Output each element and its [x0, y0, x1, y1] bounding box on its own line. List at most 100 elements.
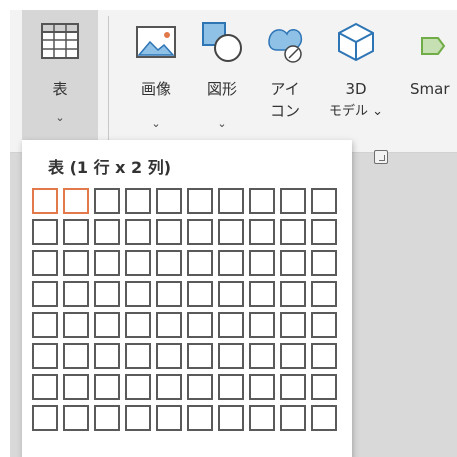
- grid-cell-r8-c6[interactable]: [187, 405, 213, 431]
- grid-cell-r3-c7[interactable]: [218, 250, 244, 276]
- icons-button[interactable]: アイ コン: [260, 10, 310, 152]
- 3d-models-label-2: モデル ⌄: [328, 104, 384, 119]
- grid-cell-r4-c6[interactable]: [187, 281, 213, 307]
- grid-cell-r1-c2[interactable]: [63, 188, 89, 214]
- 3d-models-button[interactable]: 3D モデル ⌄: [320, 10, 392, 152]
- grid-cell-r4-c3[interactable]: [94, 281, 120, 307]
- grid-cell-r6-c6[interactable]: [187, 343, 213, 369]
- shapes-button-label: 図形: [206, 80, 237, 98]
- grid-cell-r5-c5[interactable]: [156, 312, 182, 338]
- ribbon-separator: [108, 16, 109, 144]
- grid-cell-r2-c10[interactable]: [311, 219, 337, 245]
- grid-cell-r6-c7[interactable]: [218, 343, 244, 369]
- grid-cell-r6-c5[interactable]: [156, 343, 182, 369]
- grid-cell-r5-c7[interactable]: [218, 312, 244, 338]
- grid-cell-r8-c4[interactable]: [125, 405, 151, 431]
- ribbon-insert-tab: 表 ⌄ 画像 ⌄ 図形 ⌄ アイ コン 3D モデル ⌄ Smar: [10, 10, 457, 164]
- grid-cell-r3-c2[interactable]: [63, 250, 89, 276]
- grid-cell-r1-c10[interactable]: [311, 188, 337, 214]
- grid-cell-r5-c4[interactable]: [125, 312, 151, 338]
- grid-cell-r1-c4[interactable]: [125, 188, 151, 214]
- grid-cell-r1-c9[interactable]: [280, 188, 306, 214]
- grid-cell-r7-c8[interactable]: [249, 374, 275, 400]
- grid-cell-r5-c3[interactable]: [94, 312, 120, 338]
- smartart-button[interactable]: Smar: [404, 10, 457, 152]
- grid-cell-r1-c3[interactable]: [94, 188, 120, 214]
- smartart-icon: [421, 37, 446, 55]
- grid-cell-r7-c5[interactable]: [156, 374, 182, 400]
- grid-cell-r7-c7[interactable]: [218, 374, 244, 400]
- 3d-models-label-1: 3D: [345, 80, 367, 98]
- grid-cell-r3-c10[interactable]: [311, 250, 337, 276]
- grid-cell-r2-c3[interactable]: [94, 219, 120, 245]
- grid-cell-r2-c5[interactable]: [156, 219, 182, 245]
- grid-cell-r7-c3[interactable]: [94, 374, 120, 400]
- grid-cell-r2-c8[interactable]: [249, 219, 275, 245]
- grid-cell-r4-c5[interactable]: [156, 281, 182, 307]
- grid-cell-r5-c9[interactable]: [280, 312, 306, 338]
- grid-cell-r6-c8[interactable]: [249, 343, 275, 369]
- shapes-button[interactable]: 図形 ⌄: [194, 10, 250, 152]
- grid-cell-r8-c2[interactable]: [63, 405, 89, 431]
- grid-cell-r7-c6[interactable]: [187, 374, 213, 400]
- grid-cell-r2-c2[interactable]: [63, 219, 89, 245]
- grid-cell-r8-c10[interactable]: [311, 405, 337, 431]
- grid-cell-r7-c9[interactable]: [280, 374, 306, 400]
- grid-cell-r4-c8[interactable]: [249, 281, 275, 307]
- grid-cell-r3-c6[interactable]: [187, 250, 213, 276]
- grid-cell-r5-c10[interactable]: [311, 312, 337, 338]
- table-size-label: 表 (1 行 x 2 列): [48, 158, 172, 177]
- grid-cell-r3-c3[interactable]: [94, 250, 120, 276]
- grid-cell-r6-c9[interactable]: [280, 343, 306, 369]
- dialog-launcher-icon[interactable]: [374, 150, 388, 164]
- grid-cell-r7-c4[interactable]: [125, 374, 151, 400]
- grid-cell-r5-c6[interactable]: [187, 312, 213, 338]
- grid-cell-r8-c1[interactable]: [32, 405, 58, 431]
- grid-cell-r1-c5[interactable]: [156, 188, 182, 214]
- insert-table-dropdown: 表 (1 行 x 2 列): [22, 140, 352, 457]
- chevron-down-icon: ⌄: [55, 111, 65, 124]
- grid-cell-r2-c6[interactable]: [187, 219, 213, 245]
- grid-cell-r6-c4[interactable]: [125, 343, 151, 369]
- grid-cell-r5-c8[interactable]: [249, 312, 275, 338]
- grid-cell-r7-c10[interactable]: [311, 374, 337, 400]
- grid-cell-r3-c1[interactable]: [32, 250, 58, 276]
- cube-icon: [338, 22, 374, 62]
- grid-cell-r1-c6[interactable]: [187, 188, 213, 214]
- grid-cell-r1-c1[interactable]: [32, 188, 58, 214]
- grid-cell-r8-c9[interactable]: [280, 405, 306, 431]
- grid-cell-r3-c5[interactable]: [156, 250, 182, 276]
- grid-cell-r7-c1[interactable]: [32, 374, 58, 400]
- grid-cell-r4-c10[interactable]: [311, 281, 337, 307]
- table-button[interactable]: 表 ⌄: [22, 10, 98, 152]
- grid-cell-r5-c1[interactable]: [32, 312, 58, 338]
- grid-cell-r8-c5[interactable]: [156, 405, 182, 431]
- grid-cell-r6-c3[interactable]: [94, 343, 120, 369]
- grid-cell-r4-c1[interactable]: [32, 281, 58, 307]
- grid-cell-r8-c3[interactable]: [94, 405, 120, 431]
- grid-cell-r4-c4[interactable]: [125, 281, 151, 307]
- grid-cell-r5-c2[interactable]: [63, 312, 89, 338]
- grid-cell-r1-c8[interactable]: [249, 188, 275, 214]
- grid-cell-r2-c7[interactable]: [218, 219, 244, 245]
- grid-cell-r7-c2[interactable]: [63, 374, 89, 400]
- table-button-label: 表: [52, 80, 68, 98]
- picture-button[interactable]: 画像 ⌄: [128, 10, 184, 152]
- grid-cell-r4-c2[interactable]: [63, 281, 89, 307]
- grid-cell-r1-c7[interactable]: [218, 188, 244, 214]
- app-window: 表 ⌄ 画像 ⌄ 図形 ⌄ アイ コン 3D モデル ⌄ Smar 表 (1 行…: [10, 10, 457, 457]
- grid-cell-r3-c9[interactable]: [280, 250, 306, 276]
- grid-cell-r6-c10[interactable]: [311, 343, 337, 369]
- shapes-icon: [202, 22, 242, 62]
- grid-cell-r8-c8[interactable]: [249, 405, 275, 431]
- grid-cell-r6-c1[interactable]: [32, 343, 58, 369]
- grid-cell-r2-c9[interactable]: [280, 219, 306, 245]
- grid-cell-r3-c8[interactable]: [249, 250, 275, 276]
- grid-cell-r4-c9[interactable]: [280, 281, 306, 307]
- grid-cell-r4-c7[interactable]: [218, 281, 244, 307]
- grid-cell-r6-c2[interactable]: [63, 343, 89, 369]
- grid-cell-r3-c4[interactable]: [125, 250, 151, 276]
- grid-cell-r2-c1[interactable]: [32, 219, 58, 245]
- grid-cell-r2-c4[interactable]: [125, 219, 151, 245]
- grid-cell-r8-c7[interactable]: [218, 405, 244, 431]
